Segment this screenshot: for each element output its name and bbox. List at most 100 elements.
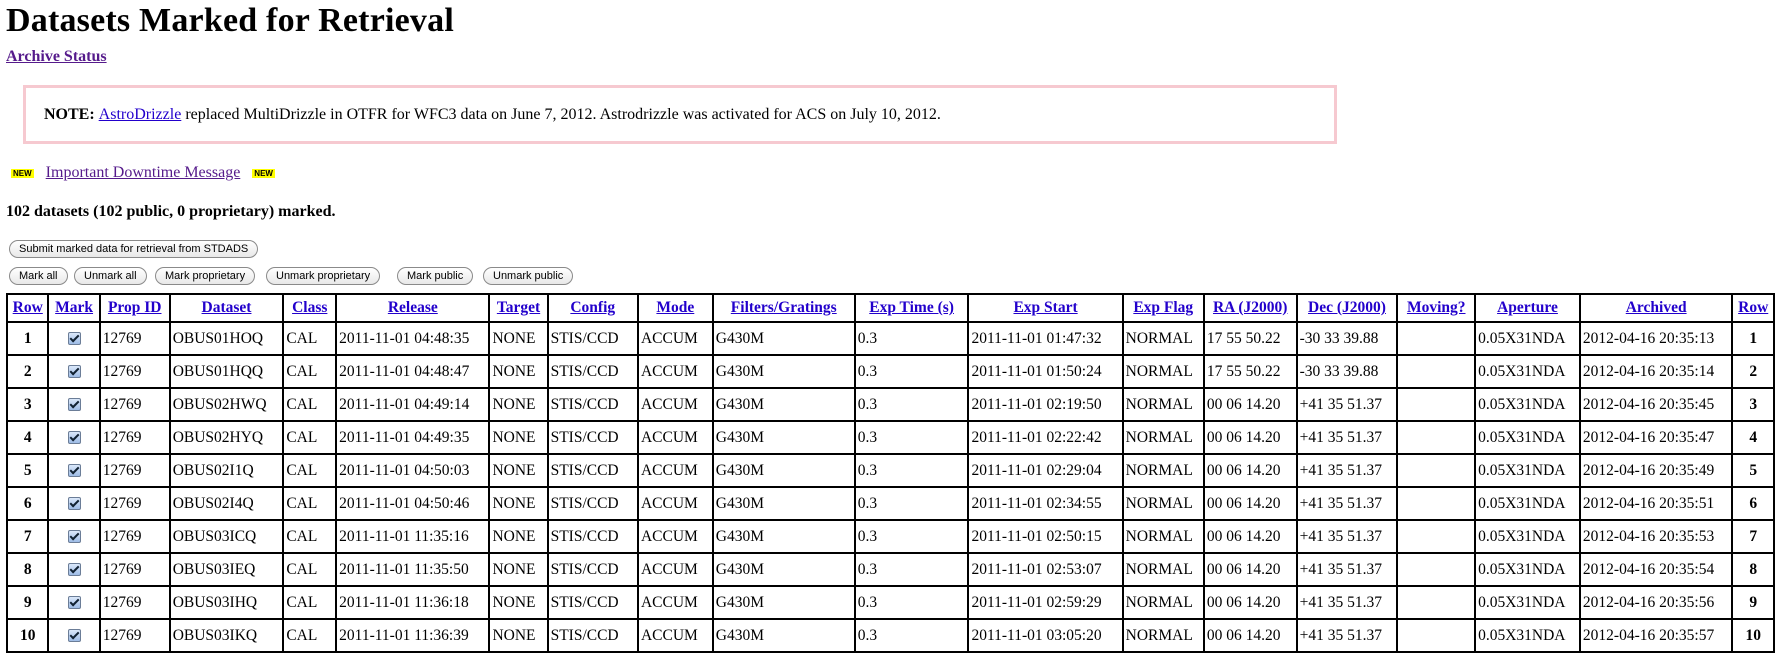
class-cell: CAL [283, 388, 337, 421]
ra-cell: 00 06 14.20 [1203, 487, 1297, 520]
column-header[interactable]: Release [336, 294, 490, 322]
column-header[interactable]: Row [1732, 294, 1774, 322]
dataset-cell: OBUS03IEQ [169, 553, 284, 586]
exp-flag-cell: NORMAL [1122, 421, 1204, 454]
aperture-cell: 0.05X31NDA [1475, 586, 1580, 619]
page-title: Datasets Marked for Retrieval [6, 2, 454, 39]
mark-checkbox[interactable] [67, 365, 81, 379]
dec-cell: +41 35 51.37 [1296, 454, 1398, 487]
exp-time-cell: 0.3 [854, 520, 969, 553]
filters-cell: G430M [712, 487, 855, 520]
mark-checkbox[interactable] [67, 398, 81, 412]
archived-cell: 2012-04-16 20:35:53 [1579, 520, 1733, 553]
row-number-cell: 3 [7, 388, 49, 421]
table-row: 4 12769 OBUS02HYQ CAL 2011-11-01 04:49:35 NON… [7, 421, 1774, 454]
column-header[interactable]: Prop ID [99, 294, 170, 322]
column-header[interactable]: Archived [1579, 294, 1733, 322]
mark-cell [48, 586, 100, 619]
table-row: 6 12769 OBUS02I4Q CAL 2011-11-01 04:50:46 NON… [7, 487, 1774, 520]
exp-time-cell: 0.3 [854, 454, 969, 487]
datasets-table: Row Mark Prop ID Dataset Class Release T… [6, 293, 1775, 653]
mark-proprietary-button[interactable]: Mark proprietary [155, 267, 256, 285]
column-header[interactable]: Target [489, 294, 548, 322]
submit-retrieval-button[interactable]: Submit marked data for retrieval from ST… [9, 240, 259, 258]
exp-time-cell: 0.3 [854, 553, 969, 586]
column-header[interactable]: Moving? [1397, 294, 1476, 322]
release-cell: 2011-11-01 11:36:18 [336, 586, 490, 619]
downtime-message-link[interactable]: Important Downtime Message [46, 164, 241, 182]
column-header[interactable]: Exp Time (s) [854, 294, 969, 322]
table-row: 1 12769 OBUS01HOQ CAL 2011-11-01 04:48:35 NON… [7, 322, 1774, 355]
exp-time-cell: 0.3 [854, 487, 969, 520]
mark-checkbox[interactable] [67, 332, 81, 346]
column-header[interactable]: Filters/Gratings [712, 294, 855, 322]
target-cell: NONE [489, 421, 548, 454]
moving-cell [1397, 388, 1476, 421]
prop-id-cell: 12769 [99, 421, 170, 454]
column-header[interactable]: Mode [637, 294, 713, 322]
class-cell: CAL [283, 355, 337, 388]
mark-checkbox[interactable] [67, 530, 81, 544]
table-row: 3 12769 OBUS02HWQ CAL 2011-11-01 04:49:14 NON… [7, 388, 1774, 421]
astrodrizzle-link[interactable]: AstroDrizzle [99, 106, 182, 124]
mark-checkbox[interactable] [67, 431, 81, 445]
dataset-cell: OBUS02I1Q [169, 454, 284, 487]
exp-flag-cell: NORMAL [1122, 487, 1204, 520]
row-number-cell: 5 [7, 454, 49, 487]
moving-cell [1397, 487, 1476, 520]
aperture-cell: 0.05X31NDA [1475, 355, 1580, 388]
column-header[interactable]: Mark [48, 294, 100, 322]
prop-id-cell: 12769 [99, 520, 170, 553]
filters-cell: G430M [712, 322, 855, 355]
ra-cell: 00 06 14.20 [1203, 586, 1297, 619]
mark-checkbox[interactable] [67, 497, 81, 511]
table-row: 2 12769 OBUS01HQQ CAL 2011-11-01 04:48:47 NON… [7, 355, 1774, 388]
table-header-row: Row Mark Prop ID Dataset Class Release T… [7, 294, 1774, 322]
unmark-proprietary-button[interactable]: Unmark proprietary [266, 267, 381, 285]
unmark-public-button[interactable]: Unmark public [483, 267, 574, 285]
exp-time-cell: 0.3 [854, 388, 969, 421]
mark-checkbox[interactable] [67, 596, 81, 610]
target-cell: NONE [489, 586, 548, 619]
table-row: 5 12769 OBUS02I1Q CAL 2011-11-01 04:50:03 NON… [7, 454, 1774, 487]
column-header[interactable]: Dec (J2000) [1296, 294, 1398, 322]
mark-cell [48, 388, 100, 421]
column-header[interactable]: Row [7, 294, 49, 322]
target-cell: NONE [489, 487, 548, 520]
filters-cell: G430M [712, 520, 855, 553]
archived-cell: 2012-04-16 20:35:56 [1579, 586, 1733, 619]
ra-cell: 00 06 14.20 [1203, 553, 1297, 586]
target-cell: NONE [489, 355, 548, 388]
archived-cell: 2012-04-16 20:35:51 [1579, 487, 1733, 520]
new-badge-icon: NEW [252, 168, 275, 178]
exp-flag-cell: NORMAL [1122, 454, 1204, 487]
archive-status-link[interactable]: Archive Status [6, 48, 107, 66]
column-header[interactable]: Class [283, 294, 337, 322]
column-header[interactable]: Config [547, 294, 638, 322]
ra-cell: 00 06 14.20 [1203, 454, 1297, 487]
filters-cell: G430M [712, 388, 855, 421]
filters-cell: G430M [712, 586, 855, 619]
exp-flag-cell: NORMAL [1122, 553, 1204, 586]
mark-cell [48, 454, 100, 487]
column-header[interactable]: Dataset [169, 294, 284, 322]
unmark-all-button[interactable]: Unmark all [74, 267, 147, 285]
column-header[interactable]: Exp Flag [1122, 294, 1204, 322]
class-cell: CAL [283, 322, 337, 355]
class-cell: CAL [283, 553, 337, 586]
moving-cell [1397, 322, 1476, 355]
target-cell: NONE [489, 553, 548, 586]
column-header[interactable]: RA (J2000) [1203, 294, 1297, 322]
column-header[interactable]: Exp Start [968, 294, 1123, 322]
dec-cell: -30 33 39.88 [1296, 322, 1398, 355]
column-header[interactable]: Aperture [1475, 294, 1580, 322]
ra-cell: 00 06 14.20 [1203, 520, 1297, 553]
mark-all-button[interactable]: Mark all [9, 267, 68, 285]
mark-checkbox[interactable] [67, 563, 81, 577]
mode-cell: ACCUM [637, 355, 713, 388]
class-cell: CAL [283, 586, 337, 619]
ra-cell: 17 55 50.22 [1203, 322, 1297, 355]
prop-id-cell: 12769 [99, 553, 170, 586]
mark-public-button[interactable]: Mark public [397, 267, 474, 285]
mark-checkbox[interactable] [67, 464, 81, 478]
